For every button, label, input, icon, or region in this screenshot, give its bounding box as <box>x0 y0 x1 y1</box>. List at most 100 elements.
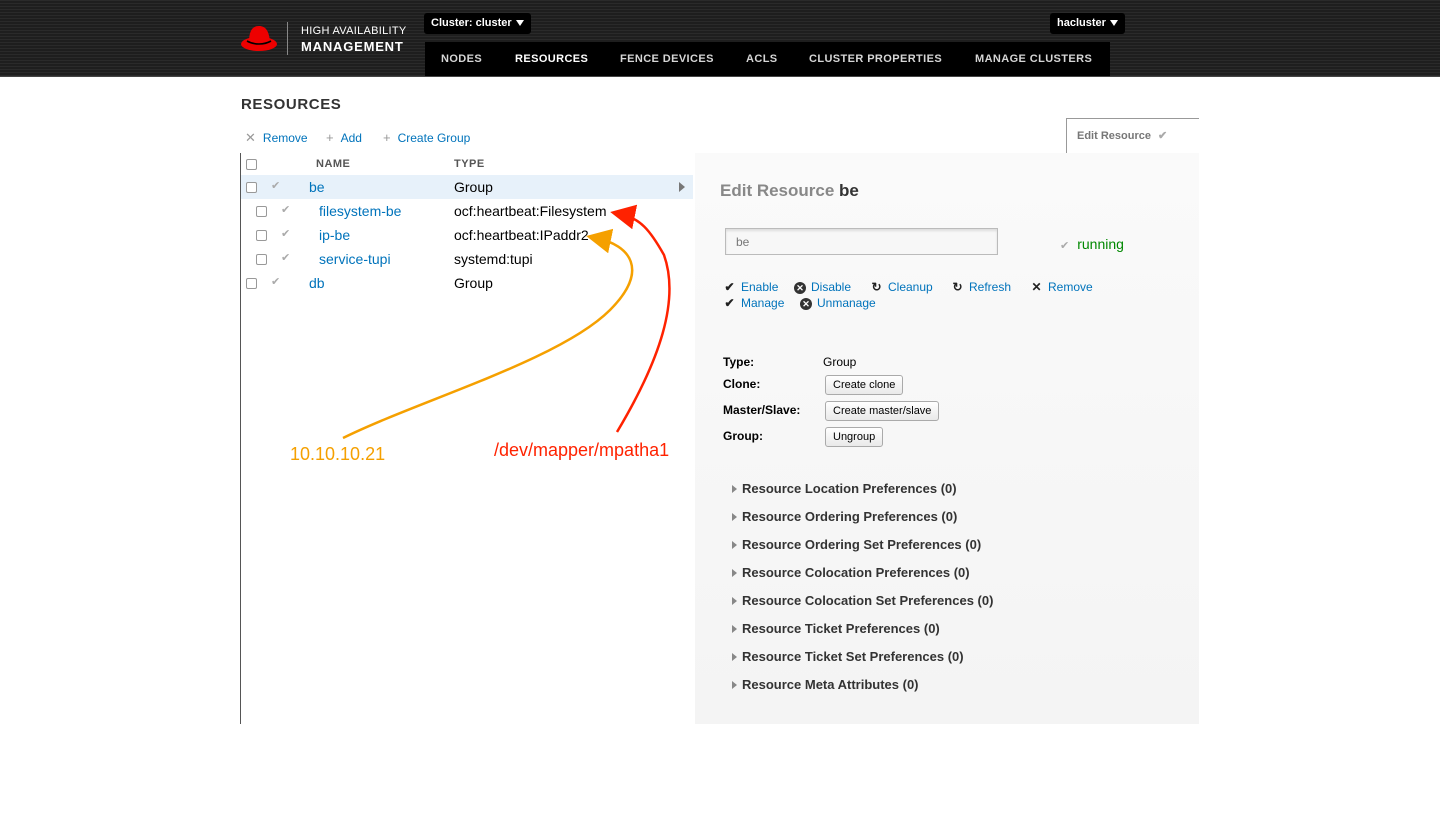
table-row[interactable]: ✔ db Group <box>241 271 693 295</box>
row-checkbox[interactable] <box>256 254 267 265</box>
row-checkbox[interactable] <box>256 206 267 217</box>
nav-cluster-properties[interactable]: CLUSTER PROPERTIES <box>809 42 942 76</box>
resource-name-link[interactable]: filesystem-be <box>319 203 401 219</box>
ungroup-button[interactable]: Ungroup <box>825 427 884 447</box>
page-title: RESOURCES <box>241 96 342 113</box>
table-row[interactable]: ✔ ip-be ocf:heartbeat:IPaddr2 <box>241 223 693 247</box>
pref-label: Resource Ticket Preferences (0) <box>742 621 940 636</box>
detail-title: Edit Resource be <box>720 181 859 201</box>
resource-type: systemd:tupi <box>454 251 533 267</box>
check-icon: ✔ <box>281 228 291 240</box>
create-master-slave-button[interactable]: Create master/slave <box>825 401 940 421</box>
check-icon: ✔ <box>1060 240 1070 252</box>
refresh-button[interactable]: ↻ Refresh <box>951 280 1011 294</box>
select-all-checkbox[interactable] <box>246 159 257 170</box>
nav-manage-clusters[interactable]: MANAGE CLUSTERS <box>975 42 1092 76</box>
status-text: running <box>1077 236 1124 252</box>
table-row[interactable]: ✔ be Group <box>241 175 693 199</box>
column-header-name[interactable]: NAME <box>316 158 350 170</box>
pref-label: Resource Colocation Set Preferences (0) <box>742 593 994 608</box>
red-hat-icon <box>241 26 277 51</box>
refresh-icon: ↻ <box>952 280 963 294</box>
close-circle-icon: ✕ <box>794 282 806 294</box>
chevron-right-icon <box>732 568 737 577</box>
resource-name-link[interactable]: db <box>309 275 325 291</box>
chevron-right-icon <box>732 540 737 549</box>
cleanup-button[interactable]: ↻ Cleanup <box>870 280 932 294</box>
nav-fence-devices[interactable]: FENCE DEVICES <box>620 42 714 76</box>
tab-edit-resource-label: Edit Resource <box>1077 130 1151 142</box>
create-group-label: Create Group <box>397 131 471 145</box>
main-nav: NODES RESOURCES FENCE DEVICES ACLS CLUST… <box>425 42 1110 76</box>
resource-name-link[interactable]: be <box>309 179 325 195</box>
check-icon: ✔ <box>281 252 291 264</box>
table-row[interactable]: ✔ filesystem-be ocf:heartbeat:Filesystem <box>241 199 693 223</box>
ip-annotation: 10.10.10.21 <box>290 444 386 464</box>
refresh-label: Refresh <box>969 280 1012 294</box>
pref-label: Resource Location Preferences (0) <box>742 481 957 496</box>
column-header-type[interactable]: TYPE <box>454 158 485 170</box>
remove-button[interactable]: ✕ Remove <box>245 130 308 146</box>
group-label: Group: <box>723 429 763 443</box>
cluster-dropdown[interactable]: Cluster: cluster <box>424 13 531 34</box>
chevron-right-icon <box>732 512 737 521</box>
user-dropdown-label: hacluster <box>1057 17 1106 29</box>
chevron-down-icon <box>515 20 524 27</box>
check-icon: ✔ <box>271 276 281 288</box>
chevron-down-icon <box>1109 20 1118 27</box>
cluster-dropdown-label: Cluster: cluster <box>431 17 512 29</box>
close-icon: ✕ <box>245 130 256 145</box>
resource-name-link[interactable]: ip-be <box>319 227 350 243</box>
app-logo: HIGH AVAILABILITY MANAGEMENT <box>240 22 408 58</box>
pref-location[interactable]: Resource Location Preferences (0) <box>732 481 957 496</box>
pref-label: Resource Ticket Set Preferences (0) <box>742 649 964 664</box>
create-group-button[interactable]: + Create Group <box>383 130 470 145</box>
pref-colocation[interactable]: Resource Colocation Preferences (0) <box>732 565 970 580</box>
close-circle-icon: ✕ <box>800 298 812 310</box>
close-icon: ✕ <box>1031 280 1042 294</box>
resource-type: ocf:heartbeat:Filesystem <box>454 203 607 219</box>
pref-label: Resource Colocation Preferences (0) <box>742 565 970 580</box>
disable-button[interactable]: ✕ Disable <box>794 280 851 294</box>
create-clone-button[interactable]: Create clone <box>825 375 904 395</box>
plus-icon: + <box>383 130 391 145</box>
manage-button[interactable]: ✔ Manage <box>723 296 784 310</box>
resource-list-panel: NAME TYPE ✔ be Group ✔ filesystem-be ocf… <box>240 153 696 724</box>
nav-acls[interactable]: ACLS <box>746 42 778 76</box>
pref-ticket-set[interactable]: Resource Ticket Set Preferences (0) <box>732 649 964 664</box>
master-slave-label: Master/Slave: <box>723 403 801 417</box>
pref-label: Resource Ordering Set Preferences (0) <box>742 537 982 552</box>
type-value: Group <box>823 355 857 369</box>
enable-button[interactable]: ✔ Enable <box>723 280 778 294</box>
refresh-icon: ↻ <box>871 280 882 294</box>
resource-name-field[interactable] <box>725 228 998 255</box>
add-button[interactable]: + Add <box>326 130 362 145</box>
pref-colocation-set[interactable]: Resource Colocation Set Preferences (0) <box>732 593 993 608</box>
nav-resources[interactable]: RESOURCES <box>515 42 588 76</box>
table-row[interactable]: ✔ service-tupi systemd:tupi <box>241 247 693 271</box>
pref-ordering[interactable]: Resource Ordering Preferences (0) <box>732 509 957 524</box>
row-checkbox[interactable] <box>246 278 257 289</box>
top-header: HIGH AVAILABILITY MANAGEMENT Cluster: cl… <box>0 0 1440 77</box>
row-checkbox[interactable] <box>256 230 267 241</box>
chevron-right-icon <box>732 652 737 661</box>
pref-meta-attributes[interactable]: Resource Meta Attributes (0) <box>732 677 919 692</box>
resource-name-link[interactable]: service-tupi <box>319 251 391 267</box>
user-dropdown[interactable]: hacluster <box>1050 13 1125 34</box>
clone-label: Clone: <box>723 377 761 391</box>
detail-resource-name: be <box>839 181 859 200</box>
resource-type: ocf:heartbeat:IPaddr2 <box>454 227 589 243</box>
pref-ordering-set[interactable]: Resource Ordering Set Preferences (0) <box>732 537 981 552</box>
remove-resource-button[interactable]: ✕ Remove <box>1030 280 1092 294</box>
pref-label: Resource Meta Attributes (0) <box>742 677 919 692</box>
detail-title-prefix: Edit Resource <box>720 181 835 200</box>
check-icon: ✔ <box>724 296 735 310</box>
pref-ticket[interactable]: Resource Ticket Preferences (0) <box>732 621 940 636</box>
tab-edit-resource[interactable]: Edit Resource ✔ <box>1066 118 1199 153</box>
pref-label: Resource Ordering Preferences (0) <box>742 509 958 524</box>
nav-nodes[interactable]: NODES <box>441 42 482 76</box>
unmanage-button[interactable]: ✕ Unmanage <box>800 296 876 310</box>
row-checkbox[interactable] <box>246 182 257 193</box>
chevron-right-icon <box>732 484 737 493</box>
manage-label: Manage <box>741 296 785 310</box>
